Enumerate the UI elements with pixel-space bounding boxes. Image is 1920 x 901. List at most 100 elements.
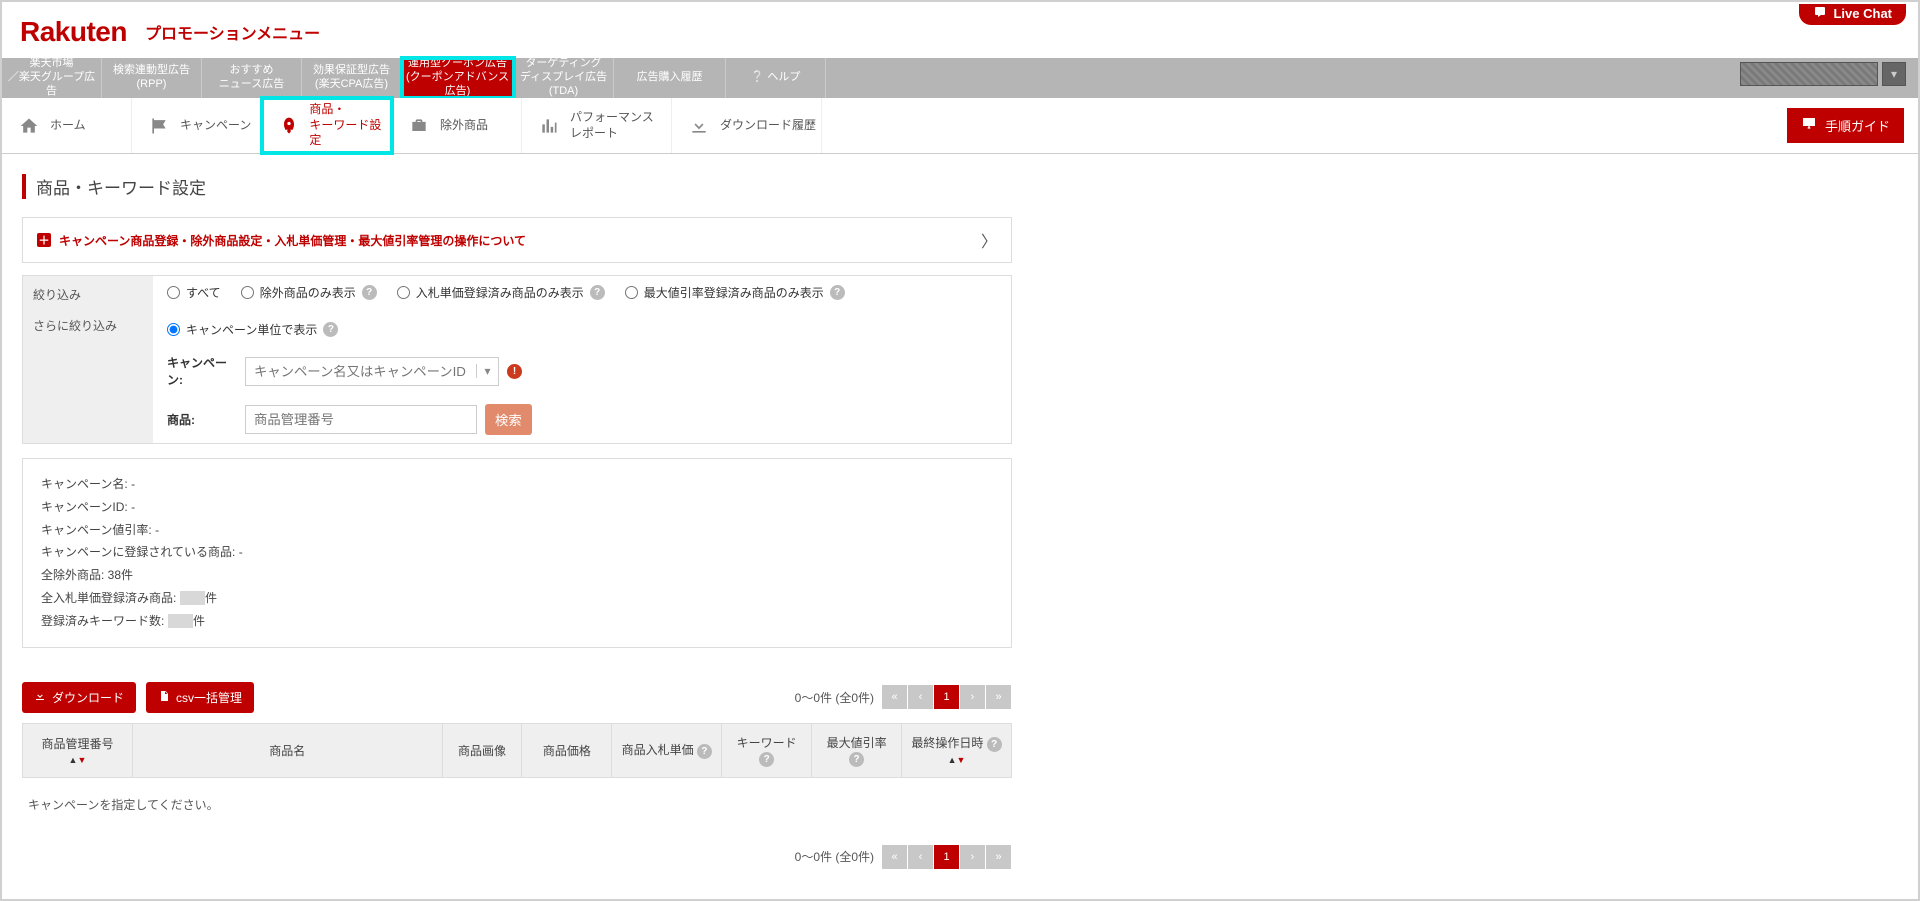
product-label: 商品: [167, 411, 237, 428]
topnav-tda[interactable]: ターゲティングディスプレイ広告(TDA) [514, 58, 614, 98]
topnav-rpp[interactable]: 検索連動型広告(RPP) [102, 58, 202, 98]
topnav-news-ad[interactable]: おすすめニュース広告 [202, 58, 302, 98]
radio-campaign-unit[interactable]: キャンペーン単位で表示? [167, 321, 338, 338]
actions-row: ダウンロード csv一括管理 0〜0件 (全0件) « ‹ 1 › » [22, 682, 1012, 713]
summary-camp-prod: キャンペーンに登録されている商品: - [41, 541, 993, 564]
subnav-excluded[interactable]: 除外商品 [392, 98, 522, 153]
account-widget: ▾ [1740, 62, 1906, 86]
summary-panel: キャンペーン名: - キャンペーンID: - キャンペーン値引率: - キャンペ… [22, 458, 1012, 648]
product-input[interactable] [246, 406, 476, 433]
campaign-label: キャンペーン: [167, 354, 237, 388]
help-icon[interactable]: ? [697, 744, 712, 759]
pager-first[interactable]: « [882, 685, 908, 709]
results-table: 商品管理番号▲▼ 商品名 商品画像 商品価格 商品入札単価 ? キーワード ? … [22, 723, 1012, 778]
account-name-blurred[interactable] [1740, 62, 1878, 86]
summary-all-excl: 全除外商品: 38件 [41, 564, 993, 587]
plus-icon: ＋ [37, 233, 51, 247]
home-icon [18, 115, 40, 137]
pager-next[interactable]: › [960, 845, 986, 869]
filter-label-2: さらに絞り込み [23, 313, 153, 344]
th-product-image[interactable]: 商品画像 [442, 723, 522, 777]
th-max-discount[interactable]: 最大値引率 ? [812, 723, 902, 777]
page-title: 商品・キーワード設定 [22, 174, 1898, 199]
pager-last[interactable]: » [986, 685, 1012, 709]
search-button[interactable]: 検索 [485, 404, 532, 435]
help-icon[interactable]: ? [987, 737, 1002, 752]
help-icon[interactable]: ? [759, 752, 774, 767]
info-bar-label: キャンペーン商品登録・除外商品設定・入札単価管理・最大値引率管理の操作について [59, 232, 526, 249]
live-chat-button[interactable]: Live Chat [1799, 4, 1906, 25]
csv-batch-button[interactable]: csv一括管理 [146, 682, 254, 713]
empty-message: キャンペーンを指定してください。 [22, 778, 1898, 831]
blurred-count: 00 [168, 614, 193, 628]
chevron-right-icon: 〉 [981, 228, 997, 252]
info-accordion[interactable]: ＋ キャンペーン商品登録・除外商品設定・入札単価管理・最大値引率管理の操作につい… [22, 217, 1012, 263]
live-chat-label: Live Chat [1833, 6, 1892, 21]
content-area: 商品・キーワード設定 ＋ キャンペーン商品登録・除外商品設定・入札単価管理・最大… [2, 154, 1918, 889]
pager-prev[interactable]: ‹ [908, 845, 934, 869]
topnav-purchase-history[interactable]: 広告購入履歴 [614, 58, 726, 98]
briefcase-icon [408, 115, 430, 137]
pager-prev[interactable]: ‹ [908, 685, 934, 709]
warning-icon: ! [507, 364, 522, 379]
download-icon [34, 690, 46, 705]
summary-camp-name: キャンペーン名: - [41, 473, 993, 496]
radio-maxdiscount[interactable]: 最大値引率登録済み商品のみ表示? [625, 284, 845, 301]
topnav-cpa[interactable]: 効果保証型広告(楽天CPA広告) [302, 58, 402, 98]
summary-kw: 登録済みキーワード数: 00件 [41, 610, 993, 633]
campaign-input[interactable] [246, 358, 476, 385]
file-icon [158, 690, 170, 705]
pager-page-1[interactable]: 1 [934, 685, 960, 709]
sort-icons: ▲▼ [69, 752, 87, 766]
pager-first[interactable]: « [882, 845, 908, 869]
summary-camp-rate: キャンペーン値引率: - [41, 519, 993, 542]
topnav-rakuten-market[interactable]: 楽天市場／楽天グループ広告 [2, 58, 102, 98]
radio-all[interactable]: すべて [167, 284, 221, 301]
pager-text: 0〜0件 (全0件) [795, 848, 874, 865]
radio-row: すべて 除外商品のみ表示? 入札単価登録済み商品のみ表示? 最大値引率登録済み商… [153, 276, 1011, 346]
flag-icon [148, 115, 170, 137]
chevron-down-icon[interactable]: ▾ [476, 364, 498, 378]
subnav-home[interactable]: ホーム [2, 98, 132, 153]
rakuten-logo: Rakuten [20, 16, 127, 48]
subnav-performance[interactable]: パフォーマンス レポート [522, 98, 672, 153]
summary-camp-id: キャンペーンID: - [41, 496, 993, 519]
filter-panel: 絞り込み さらに絞り込み すべて 除外商品のみ表示? 入札単価登録済み商品のみ表… [22, 275, 1012, 444]
board-icon [1801, 116, 1817, 135]
help-icon[interactable]: ? [849, 752, 864, 767]
pager-last[interactable]: » [986, 845, 1012, 869]
th-bid-price[interactable]: 商品入札単価 ? [612, 723, 722, 777]
guide-button[interactable]: 手順ガイド [1787, 108, 1904, 143]
account-dropdown[interactable]: ▾ [1882, 62, 1906, 86]
pager-page-1[interactable]: 1 [934, 845, 960, 869]
help-icon[interactable]: ? [830, 285, 845, 300]
radio-bid[interactable]: 入札単価登録済み商品のみ表示? [397, 284, 605, 301]
topnav-coupon-advance[interactable]: 運用型クーポン広告(クーポンアドバンス広告) [402, 58, 514, 98]
pager-next[interactable]: › [960, 685, 986, 709]
campaign-combo[interactable]: ▾ [245, 357, 499, 386]
help-icon[interactable]: ? [590, 285, 605, 300]
subnav-product-keyword[interactable]: 商品・ キーワード設定 [262, 98, 392, 153]
top-nav: 楽天市場／楽天グループ広告 検索連動型広告(RPP) おすすめニュース広告 効果… [2, 58, 1918, 98]
sort-icons: ▲▼ [948, 752, 966, 766]
th-keyword[interactable]: キーワード ? [722, 723, 812, 777]
chat-icon [1813, 6, 1827, 21]
blurred-count: 00 [180, 591, 205, 605]
download-button[interactable]: ダウンロード [22, 682, 136, 713]
summary-all-bid: 全入札単価登録済み商品: 00件 [41, 587, 993, 610]
download-icon [688, 115, 710, 137]
radio-excluded[interactable]: 除外商品のみ表示? [241, 284, 377, 301]
header-subtitle: プロモーションメニュー [145, 20, 320, 44]
th-product-price[interactable]: 商品価格 [522, 723, 612, 777]
th-product-id[interactable]: 商品管理番号▲▼ [23, 723, 133, 777]
th-last-op[interactable]: 最終操作日時 ?▲▼ [902, 723, 1012, 777]
th-product-name[interactable]: 商品名 [132, 723, 442, 777]
topnav-help[interactable]: ❔ ヘルプ [726, 58, 826, 98]
pager-top: 0〜0件 (全0件) « ‹ 1 › » [795, 685, 1012, 709]
header: Rakuten プロモーションメニュー [2, 2, 1918, 58]
help-icon[interactable]: ? [323, 322, 338, 337]
pager-text: 0〜0件 (全0件) [795, 689, 874, 706]
help-icon[interactable]: ? [362, 285, 377, 300]
subnav-download-history[interactable]: ダウンロード履歴 [672, 98, 822, 153]
subnav-campaign[interactable]: キャンペーン [132, 98, 262, 153]
